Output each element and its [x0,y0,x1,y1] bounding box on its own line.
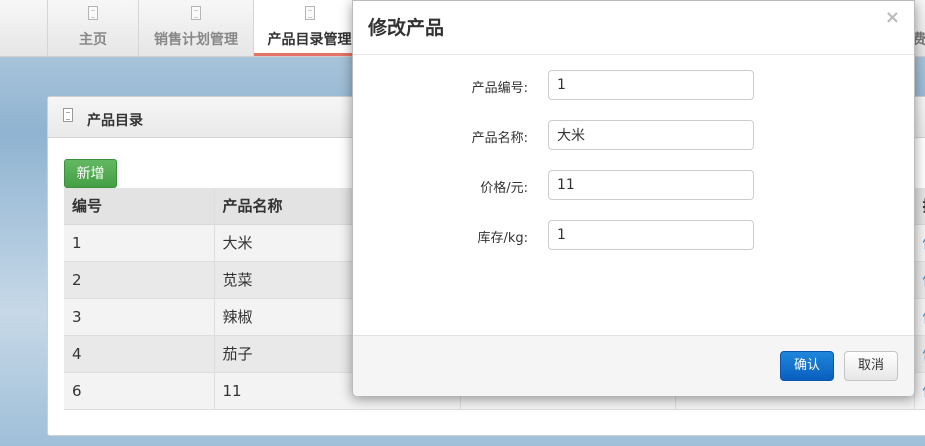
tab-label: 产品目录管理 [267,32,352,48]
edit-link[interactable]: 修 [914,335,925,373]
modal-header: 修改产品 × [353,1,914,55]
edit-link[interactable]: 修 [914,298,925,336]
tab-sales-plan[interactable]: 销售计划管理 [139,0,254,56]
product-name-label: 产品名称: [471,131,528,146]
nav-left-spacer [0,0,48,56]
form-row-price: 价格/元: [353,170,914,200]
document-icon [304,6,315,20]
edit-product-modal: 修改产品 × 产品编号: 产品名称: 价格/元: 库存/kg: 确认 取消 [352,0,915,396]
close-icon[interactable]: × [885,7,900,28]
modal-footer: 确认 取消 [353,335,914,396]
document-icon [191,6,201,20]
tab-home[interactable]: 主页 [48,0,139,56]
modal-title: 修改产品 [368,17,445,39]
form-row-product-name: 产品名称: [353,120,914,150]
edit-link[interactable]: 修 [914,372,925,410]
cell-id: 6 [64,372,215,410]
edit-link[interactable]: 修 [914,261,925,299]
column-header-actions: 操 [914,188,925,225]
product-id-field[interactable] [548,70,754,100]
product-name-field[interactable] [548,120,754,150]
cancel-button[interactable]: 取消 [844,351,898,381]
product-id-label: 产品编号: [471,81,528,96]
price-label: 价格/元: [480,181,528,196]
cell-id: 3 [64,298,215,336]
edit-link[interactable]: 修 [914,224,925,262]
panel-title: 产品目录 [87,113,143,129]
document-icon [88,6,98,20]
tab-label: 主页 [79,32,107,48]
cell-id: 2 [64,261,215,299]
stock-field[interactable] [548,220,754,250]
price-field[interactable] [548,170,754,200]
cell-id: 1 [64,224,215,262]
tab-product-catalog[interactable]: 产品目录管理 [254,0,366,56]
add-product-button[interactable]: 新增 [64,159,117,188]
stock-label: 库存/kg: [477,231,528,246]
form-row-stock: 库存/kg: [353,220,914,250]
column-header-id: 编号 [64,188,215,225]
tab-label: 销售计划管理 [154,32,238,48]
form-row-product-id: 产品编号: [353,70,914,100]
document-icon [63,108,73,122]
confirm-button[interactable]: 确认 [780,351,834,381]
cell-id: 4 [64,335,215,373]
